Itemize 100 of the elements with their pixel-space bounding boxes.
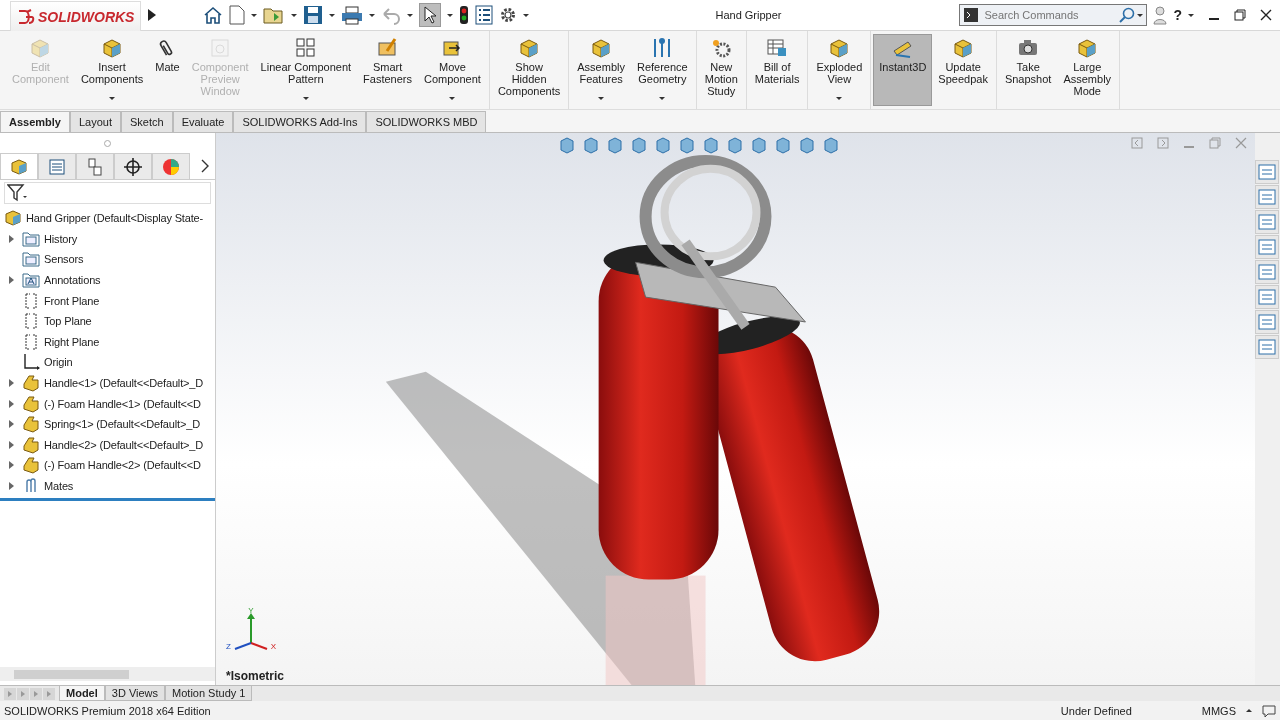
caret-icon[interactable] [836, 97, 843, 100]
ribbon-button[interactable]: Move Component [418, 34, 487, 106]
units-selector[interactable]: MMGS [1201, 704, 1236, 717]
user-icon[interactable] [1153, 5, 1168, 25]
logo[interactable]: SOLIDWORKS [10, 1, 142, 33]
task-pane-icon[interactable] [1255, 335, 1279, 359]
expand-arrow-icon[interactable] [8, 420, 15, 429]
axis-label: Z [226, 643, 231, 651]
filter-field[interactable] [4, 182, 211, 204]
open-folder-icon[interactable] [263, 5, 286, 25]
view-tool-icon[interactable] [822, 137, 840, 155]
ribbon-button[interactable]: Mate [149, 34, 186, 106]
caret-icon[interactable] [109, 97, 116, 100]
task-pane-icon[interactable] [1255, 285, 1279, 309]
view-tool-icon[interactable] [774, 137, 792, 155]
home-icon[interactable] [203, 5, 224, 25]
ribbon-button[interactable]: Show Hidden Components [491, 34, 567, 106]
tree-item[interactable]: (-) Foam Handle<2> (Default<<D [44, 459, 201, 472]
caret-icon[interactable] [449, 97, 456, 100]
view-tool-icon[interactable] [654, 137, 672, 155]
task-pane-icon[interactable] [1255, 235, 1279, 259]
caret-icon[interactable] [659, 97, 666, 100]
ribbon-button[interactable]: Take Snapshot [998, 34, 1058, 106]
list-icon[interactable] [475, 5, 494, 25]
expand-arrow-icon[interactable] [8, 379, 15, 388]
chat-icon[interactable] [1262, 703, 1276, 718]
tree-item[interactable]: Handle<1> (Default<<Default>_D [44, 377, 204, 390]
ribbon-button[interactable]: New Motion Study [698, 34, 744, 106]
view-tool-icon[interactable] [558, 137, 576, 155]
view-tool-icon[interactable] [798, 137, 816, 155]
view-tool-icon[interactable] [726, 137, 744, 155]
print-icon[interactable] [341, 5, 364, 25]
tree-item[interactable]: Annotations [44, 274, 101, 287]
ribbon-tab[interactable]: Assembly [0, 111, 70, 132]
tree-item[interactable]: Origin [44, 356, 73, 369]
traffic-light-icon[interactable] [459, 5, 470, 25]
new-document-icon[interactable] [229, 5, 246, 25]
tree-item[interactable]: Front Plane [44, 294, 100, 307]
ribbon-button[interactable]: Reference Geometry [630, 34, 694, 106]
restore-icon[interactable] [1234, 9, 1246, 21]
view-tool-icon[interactable] [750, 137, 768, 155]
ribbon-tab[interactable]: Layout [70, 111, 121, 132]
view-tool-icon[interactable] [582, 137, 600, 155]
chevron-right-icon[interactable] [200, 159, 210, 173]
tree-item[interactable]: Sensors [44, 253, 84, 266]
ribbon-button[interactable]: Smart Fasteners [357, 34, 419, 106]
close-icon[interactable] [1260, 9, 1272, 21]
expand-arrow-icon[interactable] [8, 276, 15, 285]
tree-item[interactable]: Handle<2> (Default<<Default>_D [44, 438, 204, 451]
ribbon-button[interactable]: Large Assembly Mode [1057, 34, 1118, 106]
view-tool-icon[interactable] [702, 137, 720, 155]
model-tab[interactable]: 3D Views [104, 686, 166, 701]
crosshair-icon [123, 156, 143, 177]
play-icon[interactable] [147, 8, 158, 22]
expand-arrow-icon[interactable] [8, 234, 15, 243]
view-tool-icon[interactable] [606, 137, 624, 155]
view-tool-icon[interactable] [630, 137, 648, 155]
ribbon-button[interactable]: Exploded View [810, 34, 869, 106]
ribbon-button[interactable]: Bill of Materials [748, 34, 806, 106]
panel-right-icon[interactable] [1157, 137, 1169, 149]
panel-tab[interactable] [114, 153, 152, 179]
expand-arrow-icon[interactable] [8, 482, 15, 490]
task-pane-icon[interactable] [1255, 160, 1279, 184]
undo-icon[interactable] [381, 5, 402, 25]
tree-item[interactable]: History [44, 232, 78, 245]
task-pane-icon[interactable] [1255, 260, 1279, 284]
expand-arrow-icon[interactable] [8, 399, 15, 408]
task-pane-icon[interactable] [1255, 185, 1279, 209]
ribbon-tab[interactable]: Sketch [121, 111, 173, 132]
caret-icon[interactable] [598, 97, 605, 100]
ribbon-tab[interactable]: SOLIDWORKS MBD [366, 111, 487, 132]
task-pane-icon[interactable] [1255, 210, 1279, 234]
settings-icon[interactable] [499, 6, 518, 24]
tree-item[interactable]: Hand Gripper (Default<Display State- [26, 212, 204, 225]
ribbon-button[interactable]: Linear Component Pattern [254, 34, 358, 106]
save-icon[interactable] [303, 5, 324, 25]
view-tool-icon[interactable] [678, 137, 696, 155]
tree-item[interactable]: Mates [44, 480, 74, 492]
ribbon-button[interactable]: Assembly Features [571, 34, 631, 106]
expand-arrow-icon[interactable] [8, 461, 15, 470]
tree-item[interactable]: Top Plane [44, 315, 92, 328]
help-button[interactable]: ? [1173, 7, 1182, 23]
search-icon[interactable] [1119, 7, 1136, 23]
expand-arrow-icon[interactable] [8, 440, 15, 449]
ribbon-button[interactable]: Insert Components [74, 34, 150, 106]
task-pane-icon[interactable] [1255, 310, 1279, 334]
ribbon-button[interactable]: Update Speedpak [932, 34, 994, 106]
select-button[interactable] [419, 3, 442, 27]
model-tab[interactable]: Motion Study 1 [165, 686, 253, 701]
ribbon-tab[interactable]: Evaluate [172, 111, 234, 132]
tree-item[interactable]: Spring<1> (Default<<Default>_D [44, 418, 201, 431]
tree-item[interactable]: (-) Foam Handle<1> (Default<<D [44, 397, 201, 410]
search-field[interactable]: Search Commands [959, 4, 1148, 26]
tree-item[interactable]: Right Plane [44, 335, 100, 348]
panel-left-icon[interactable] [1131, 137, 1143, 149]
ribbon-tab[interactable]: SOLIDWORKS Add-Ins [233, 111, 367, 132]
ribbon-button[interactable]: Instant3D [873, 34, 933, 106]
scrollbar-thumb[interactable] [14, 669, 129, 679]
model-tab[interactable]: Model [59, 686, 105, 701]
caret-icon[interactable] [302, 97, 309, 100]
